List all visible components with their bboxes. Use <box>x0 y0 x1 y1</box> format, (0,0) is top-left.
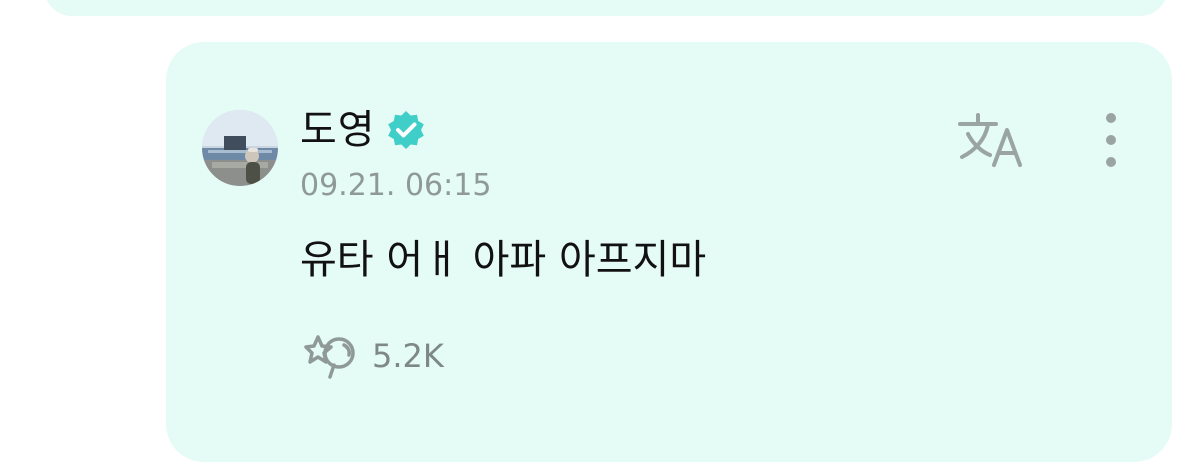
post-card: 도영 09.21. 06:15 유타 어ㅐ 아파 아프지마 5.2K <box>166 42 1172 462</box>
avatar-image <box>202 110 278 186</box>
post-timestamp: 09.21. 06:15 <box>300 168 492 203</box>
previous-post-card <box>44 0 1168 16</box>
more-vertical-icon[interactable] <box>1096 110 1126 170</box>
reaction-icon[interactable] <box>304 331 360 381</box>
author-name[interactable]: 도영 <box>300 104 376 156</box>
post-message: 유타 어ㅐ 아파 아프지마 <box>300 237 707 283</box>
verified-badge-icon <box>387 111 424 149</box>
translate-icon[interactable] <box>956 110 1028 170</box>
reaction-count: 5.2K <box>372 337 444 375</box>
author-row: 도영 <box>300 104 426 156</box>
avatar[interactable] <box>202 110 278 186</box>
reaction-row[interactable]: 5.2K <box>304 330 444 382</box>
